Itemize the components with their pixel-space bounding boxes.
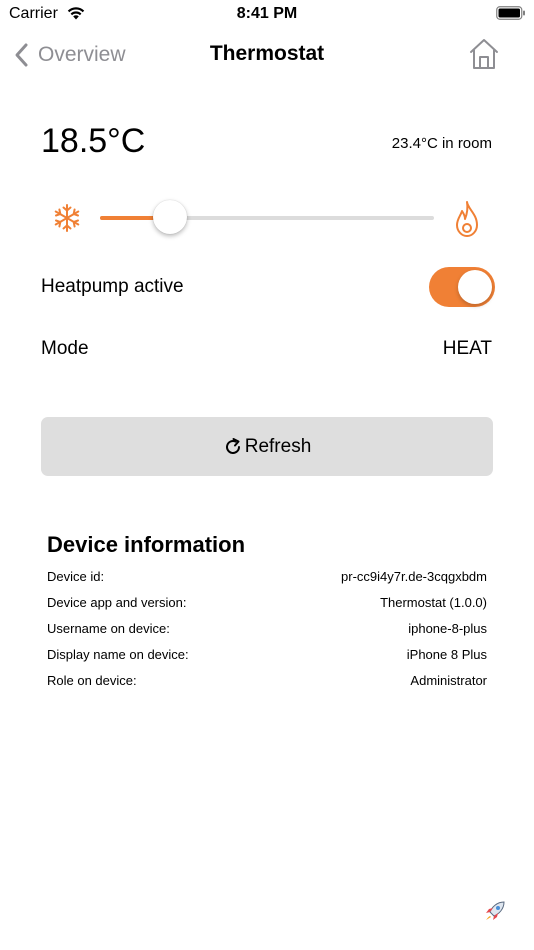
clock-time: 8:41 PM xyxy=(236,5,298,22)
page-title: Thermostat xyxy=(209,42,325,65)
rocket-icon[interactable] xyxy=(484,900,506,922)
refresh-button[interactable]: Refresh xyxy=(41,417,493,476)
mode-value[interactable]: HEAT xyxy=(443,338,492,360)
app-version-row: Device app and version: Thermostat (1.0.… xyxy=(47,595,487,610)
info-label: Device app and version: xyxy=(47,595,187,610)
info-value: pr-cc9i4y7r.de-3cqgxbdm xyxy=(341,569,487,584)
info-label: Display name on device: xyxy=(47,647,189,662)
toggle-knob xyxy=(458,270,492,304)
mode-label: Mode xyxy=(41,338,89,359)
info-value: iphone-8-plus xyxy=(408,621,487,636)
device-info-title: Device information xyxy=(47,532,246,557)
device-id-row: Device id: pr-cc9i4y7r.de-3cqgxbdm xyxy=(47,569,487,584)
info-label: Role on device: xyxy=(47,673,137,688)
room-temperature: 23.4°C in room xyxy=(391,135,492,152)
info-value: iPhone 8 Plus xyxy=(406,647,487,662)
status-bar: Carrier 8:41 PM xyxy=(0,0,534,30)
home-icon[interactable] xyxy=(467,37,501,71)
info-value: Administrator xyxy=(410,673,487,688)
temperature-slider[interactable] xyxy=(100,200,434,236)
battery-icon xyxy=(496,6,525,20)
heatpump-toggle[interactable] xyxy=(429,267,495,307)
flame-icon xyxy=(456,201,478,237)
display-name-row: Display name on device: iPhone 8 Plus xyxy=(47,647,487,662)
setpoint-temperature: 18.5°C xyxy=(41,122,146,160)
info-label: Device id: xyxy=(47,569,105,584)
slider-thumb[interactable] xyxy=(153,200,188,234)
username-row: Username on device: iphone-8-plus xyxy=(47,621,487,636)
refresh-icon xyxy=(225,437,240,454)
heatpump-label: Heatpump active xyxy=(41,276,184,297)
info-value: Thermostat (1.0.0) xyxy=(380,595,487,610)
refresh-button-label: Refresh xyxy=(244,435,312,457)
snowflake-icon xyxy=(54,204,80,232)
role-row: Role on device: Administrator xyxy=(47,673,487,688)
info-label: Username on device: xyxy=(47,621,170,636)
